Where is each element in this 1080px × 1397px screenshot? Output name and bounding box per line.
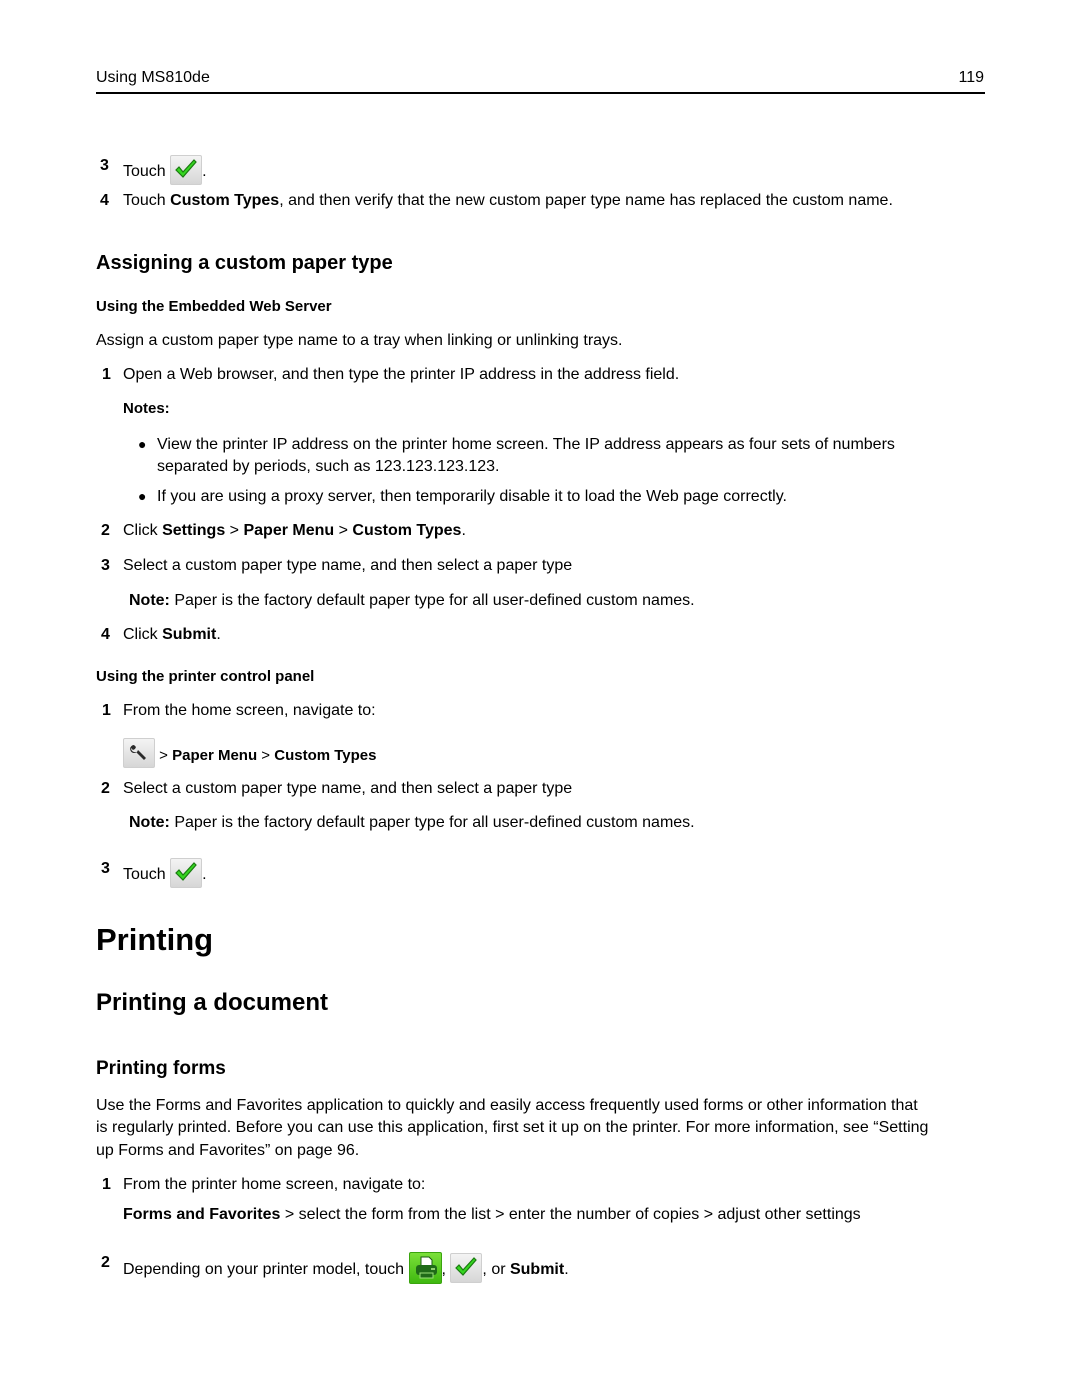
nav-path: Forms and Favorites > select the form fr… [123, 1206, 861, 1223]
note-item: View the printer IP address on the print… [157, 436, 895, 453]
note-text: Note: Paper is the factory default paper… [129, 592, 695, 609]
note-item: If you are using a proxy server, then te… [157, 488, 787, 505]
subsection-heading: Printing forms [96, 1058, 226, 1079]
step-text: Touch Custom Types, and then verify that… [123, 192, 893, 209]
ui-term: Custom Types [170, 192, 280, 209]
nav-path: > Paper Menu > Custom Types [123, 738, 377, 768]
step-number: 1 [102, 366, 111, 383]
step-number: 1 [102, 1176, 111, 1193]
checkmark-icon[interactable] [170, 155, 203, 185]
step-text: Touch . [123, 858, 207, 888]
step-number: 3 [101, 860, 110, 877]
step-number: 2 [101, 522, 110, 539]
step-text: Select a custom paper type name, and the… [123, 557, 573, 574]
subsection-heading: Using the Embedded Web Server [96, 298, 332, 315]
header-divider [96, 92, 985, 94]
step-number: 3 [101, 557, 110, 574]
checkmark-icon[interactable] [170, 858, 203, 888]
menu-path-item: Custom Types [274, 747, 377, 764]
paragraph-line: up Forms and Favorites” on page 96. [96, 1142, 360, 1159]
chapter-heading: Printing [96, 922, 214, 957]
step-text: Click Submit. [123, 626, 221, 643]
step-text: Open a Web browser, and then type the pr… [123, 366, 680, 383]
step-text: Touch . [123, 155, 207, 185]
wrench-settings-icon[interactable] [123, 738, 155, 768]
step-number: 2 [101, 780, 110, 797]
note-text: Note: Paper is the factory default paper… [129, 814, 695, 831]
printer-icon[interactable] [408, 1252, 442, 1284]
step-number: 1 [102, 702, 111, 719]
section-heading: Assigning a custom paper type [96, 252, 393, 274]
step-text: Select a custom paper type name, and the… [123, 780, 573, 797]
step-number: 2 [101, 1254, 110, 1271]
step-text: Depending on your printer model, touch ,… [123, 1252, 569, 1284]
step-number: 3 [100, 157, 109, 174]
notes-label: Notes: [123, 400, 170, 417]
ui-term: Submit [162, 626, 217, 643]
menu-path-item: Paper Menu [172, 747, 258, 764]
note-label: Note: [129, 814, 170, 831]
menu-path-item: Settings [162, 522, 226, 539]
menu-path-item: Forms and Favorites [123, 1206, 281, 1223]
bullet-icon: ● [138, 436, 147, 452]
ui-term: Submit [509, 1261, 565, 1278]
page-number: 119 [958, 69, 984, 86]
paragraph-line: is regularly printed. Before you can use… [96, 1119, 929, 1136]
intro-text: Assign a custom paper type name to a tra… [96, 332, 623, 349]
checkmark-icon[interactable] [450, 1253, 483, 1283]
step-number: 4 [101, 626, 110, 643]
running-header-title: Using MS810de [96, 69, 210, 86]
step-text: From the printer home screen, navigate t… [123, 1176, 426, 1193]
bullet-icon: ● [138, 488, 147, 504]
paragraph-line: Use the Forms and Favorites application … [96, 1097, 918, 1114]
section-heading: Printing a document [96, 989, 329, 1016]
step-text: Click Settings > Paper Menu > Custom Typ… [123, 522, 466, 539]
step-number: 4 [100, 192, 109, 209]
menu-path-item: Paper Menu [243, 522, 335, 539]
step-label: Touch [123, 163, 166, 180]
menu-path-item: Custom Types [352, 522, 462, 539]
subsection-heading: Using the printer control panel [96, 668, 315, 685]
note-label: Note: [129, 592, 170, 609]
note-item-cont: separated by periods, such as 123.123.12… [157, 458, 500, 475]
step-text: From the home screen, navigate to: [123, 702, 376, 719]
